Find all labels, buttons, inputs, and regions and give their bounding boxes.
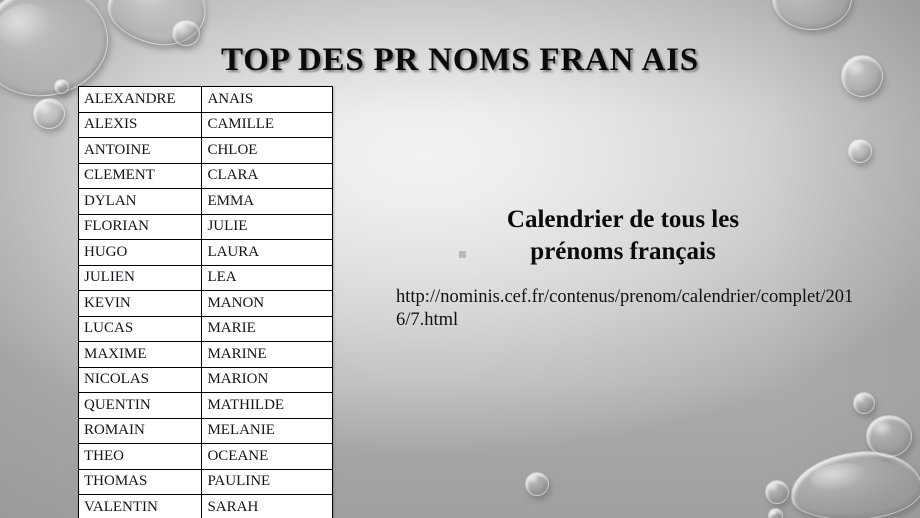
source-url-link[interactable]: http://nominis.cef.fr/contenus/prenom/ca…	[388, 286, 858, 333]
table-row: ALEXANDRE ANAIS	[77, 86, 333, 113]
table-cell-female-name: MANON	[201, 290, 333, 317]
table-cell-female-name: MARIE	[201, 315, 333, 342]
table-row: QUENTIN MATHILDE	[77, 392, 333, 419]
table-row: ANTOINE CHLOE	[77, 137, 333, 164]
table-cell-female-name: JULIE	[201, 213, 333, 240]
page-title: TOP DES PR NOMS FRAN AIS	[221, 42, 699, 78]
subtitle-heading: Calendrier de tous les prénoms français	[388, 204, 858, 268]
table-cell-male-name: THEO	[77, 443, 203, 470]
table-row: VALENTIN SARAH	[77, 494, 333, 518]
droplet-small-right-low-icon	[853, 392, 875, 414]
bullet-marker-icon	[459, 251, 466, 258]
table-cell-female-name: MATHILDE	[201, 392, 333, 419]
table-row: MAXIME MARINE	[77, 341, 333, 368]
table-cell-male-name: KEVIN	[77, 290, 203, 317]
table-row: THEO OCEANE	[77, 443, 333, 470]
table-cell-female-name: MARION	[201, 366, 333, 393]
table-cell-male-name: ROMAIN	[77, 417, 203, 444]
droplet-small-right-mid-icon	[848, 139, 872, 163]
table-cell-female-name: MARINE	[201, 341, 333, 368]
table-row: FLORIAN JULIE	[77, 213, 333, 240]
table-cell-male-name: LUCAS	[77, 315, 203, 342]
table-cell-male-name: ALEXIS	[77, 111, 203, 138]
table-cell-male-name: THOMAS	[77, 468, 203, 495]
subtitle-line-1: Calendrier de tous les	[506, 206, 740, 233]
table-cell-male-name: VALENTIN	[77, 494, 203, 518]
slide-canvas: TOP DES PR NOMS FRAN AIS ALEXANDRE ANAIS A…	[0, 0, 920, 518]
first-names-table: ALEXANDRE ANAIS ALEXIS CAMILLE ANTOINE CHLOE C…	[77, 86, 333, 518]
table-cell-female-name: LEA	[201, 264, 333, 291]
table-cell-male-name: ANTOINE	[77, 137, 203, 164]
droplet-tiny-left-a-icon	[54, 79, 69, 94]
subtitle-line-2: prénoms français	[530, 238, 716, 265]
table-cell-female-name: CLARA	[201, 162, 333, 189]
droplet-small-bottom-c-icon	[525, 472, 549, 496]
table-row: DYLAN EMMA	[77, 188, 333, 215]
table-cell-female-name: OCEANE	[201, 443, 333, 470]
table-cell-female-name: PAULINE	[201, 468, 333, 495]
droplet-small-bottom-a-icon	[765, 480, 789, 504]
table-cell-male-name: MAXIME	[77, 341, 203, 368]
table-cell-male-name: FLORIAN	[77, 213, 203, 240]
table-row: ALEXIS CAMILLE	[77, 111, 333, 138]
table-cell-male-name: QUENTIN	[77, 392, 203, 419]
table-row: KEVIN MANON	[77, 290, 333, 317]
table-row: ROMAIN MELANIE	[77, 417, 333, 444]
table-cell-female-name: CAMILLE	[201, 111, 333, 138]
droplet-small-left-b-icon	[33, 98, 65, 129]
table-cell-male-name: ALEXANDRE	[77, 86, 203, 113]
table-cell-female-name: EMMA	[201, 188, 333, 215]
table-row: LUCAS MARIE	[77, 315, 333, 342]
table-cell-male-name: HUGO	[77, 239, 203, 266]
table-row: JULIEN LEA	[77, 264, 333, 291]
table-cell-male-name: CLEMENT	[77, 162, 203, 189]
table-cell-female-name: ANAIS	[201, 86, 333, 113]
table-row: NICOLAS MARION	[77, 366, 333, 393]
table-cell-female-name: LAURA	[201, 239, 333, 266]
table-row: HUGO LAURA	[77, 239, 333, 266]
table-cell-female-name: CHLOE	[201, 137, 333, 164]
right-content-panel: Calendrier de tous les prénoms français …	[388, 204, 858, 333]
table-row: CLEMENT CLARA	[77, 162, 333, 189]
table-cell-male-name: NICOLAS	[77, 366, 203, 393]
table-cell-female-name: SARAH	[201, 494, 333, 518]
table-cell-male-name: JULIEN	[77, 264, 203, 291]
table-row: THOMAS PAULINE	[77, 468, 333, 495]
table-cell-female-name: MELANIE	[201, 417, 333, 444]
droplet-tiny-bottom-b-icon	[768, 508, 783, 518]
table-cell-male-name: DYLAN	[77, 188, 203, 215]
